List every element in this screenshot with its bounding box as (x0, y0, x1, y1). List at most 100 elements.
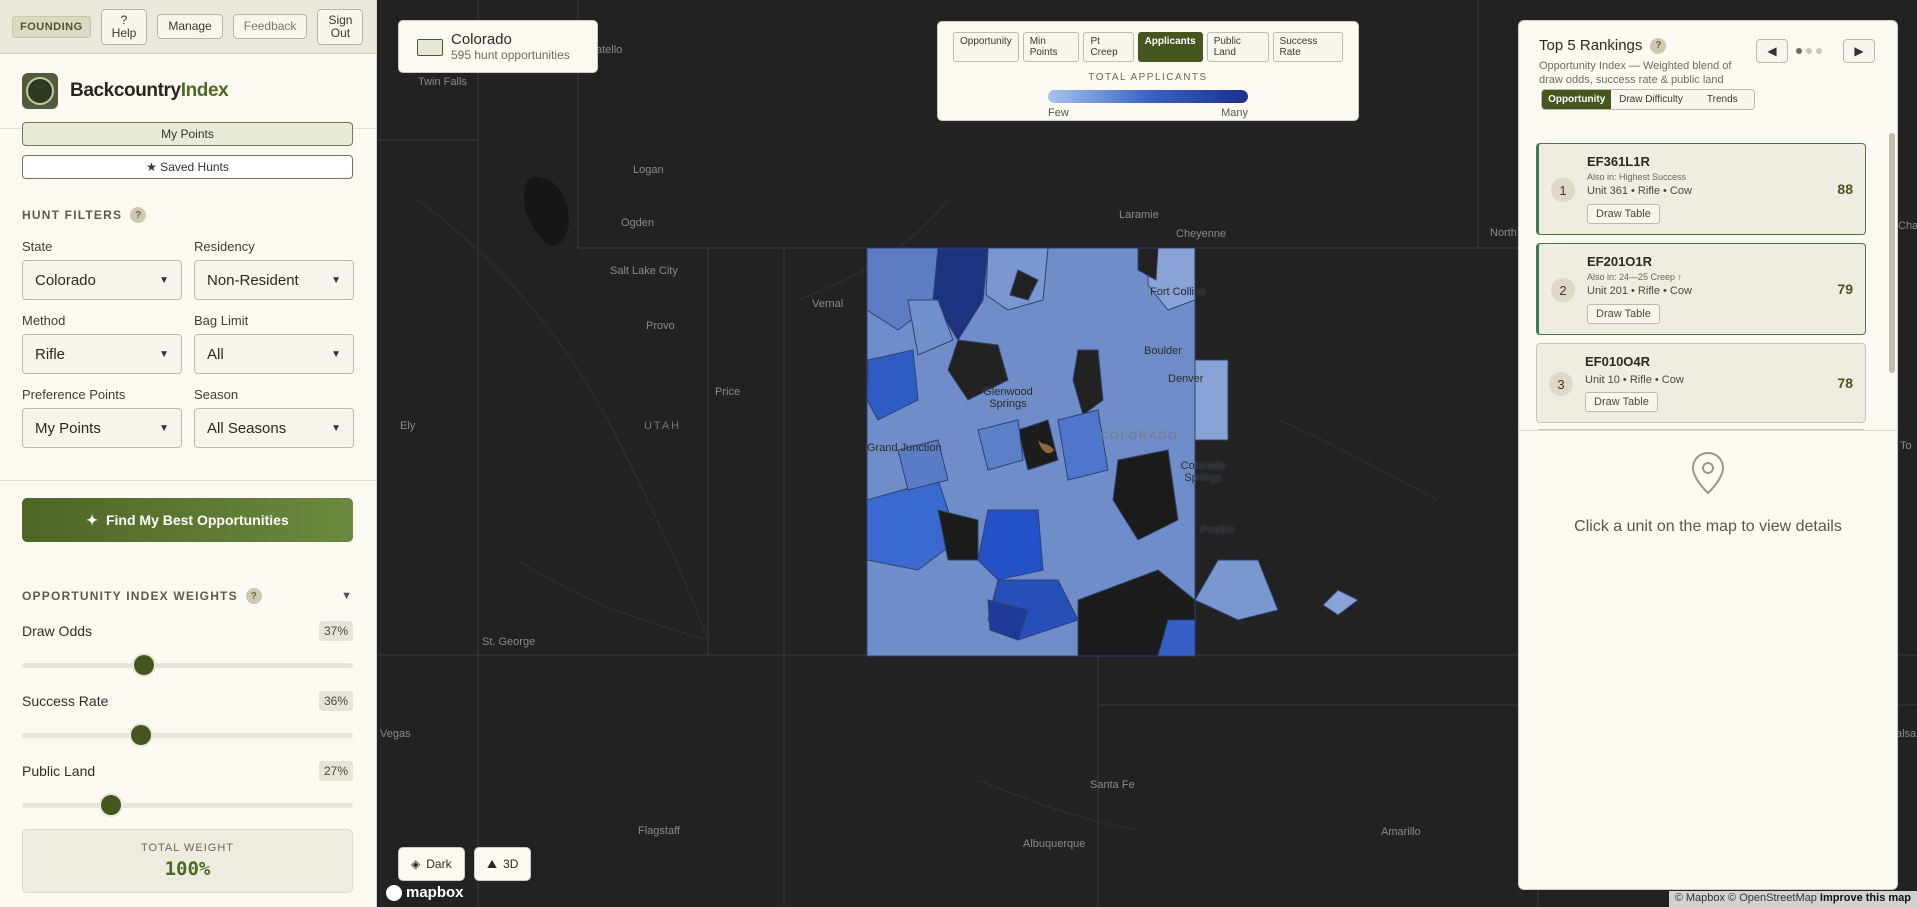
draw-table-button[interactable]: Draw Table (1585, 392, 1658, 412)
rank-number: 1 (1551, 178, 1575, 202)
rankings-list: 1 EF361L1R Also in: Highest Success Unit 36… (1519, 121, 1897, 431)
opportunity-score: 79 (1837, 281, 1853, 297)
slider-thumb[interactable] (131, 725, 152, 745)
chevron-down-icon: ▼ (331, 422, 341, 434)
success-rate-slider[interactable] (22, 725, 353, 745)
residency-select[interactable]: Non-Resident ▼ (194, 260, 354, 300)
dark-style-label: Dark (426, 857, 452, 871)
collapse-toggle-icon[interactable]: ▼ (341, 590, 352, 602)
state-label: COLORADO (1100, 430, 1179, 442)
find-opportunities-button[interactable]: ✦ Find My Best Opportunities (22, 498, 353, 542)
city-label: Vernal (812, 298, 844, 310)
rank-number: 3 (1549, 372, 1573, 396)
attribution-text[interactable]: © Mapbox © OpenStreetMap (1675, 892, 1817, 904)
segment-option[interactable]: Trends (1690, 90, 1754, 109)
saved-hunts-button[interactable]: ★ Saved Hunts (22, 155, 353, 179)
layer-tab[interactable]: Public Land (1206, 32, 1269, 62)
layer-tab[interactable]: Applicants (1137, 32, 1203, 62)
city-label: Grand Junction (867, 442, 942, 454)
rankings-scrollbar[interactable] (1889, 133, 1895, 389)
city-label: Logan (633, 164, 664, 176)
hunt-filters-help-icon[interactable]: ? (130, 207, 147, 223)
manage-button[interactable]: Manage (157, 14, 223, 39)
hunt-code: EF201O1R (1587, 254, 1653, 269)
rankings-help-icon[interactable]: ? (1650, 37, 1667, 54)
slider-thumb[interactable] (101, 795, 122, 815)
chevron-down-icon: ▼ (331, 274, 341, 286)
sign-out-button[interactable]: Sign Out (317, 8, 364, 45)
layer-tab[interactable]: Success Rate (1272, 32, 1343, 62)
segment-option[interactable]: Draw Difficulty (1611, 90, 1691, 109)
ranking-card[interactable]: 1 EF361L1R Also in: Highest Success Unit 36… (1536, 143, 1866, 235)
find-opportunities-label: Find My Best Opportunities (105, 512, 289, 528)
layers-icon: ◈ (411, 857, 421, 871)
unit-summary: Unit 10 • Rifle • Cow (1585, 374, 1684, 386)
draw-table-button[interactable]: Draw Table (1587, 304, 1660, 324)
page-dot[interactable] (1796, 48, 1802, 54)
ranking-card[interactable]: 3 EF010O4R Unit 10 • Rifle • Cow Draw Table… (1536, 343, 1866, 423)
rankings-panel: Top 5 Rankings ? Opportunity Index — Wei… (1518, 20, 1898, 890)
legend-gradient (1048, 90, 1248, 103)
ranking-card[interactable]: 2 EF201O1R Also in: 24—25 Creep ↑ Unit 201 … (1536, 243, 1866, 335)
bag-limit-select[interactable]: All ▼ (194, 334, 354, 374)
brand-header: BackcountryIndex (0, 54, 376, 129)
dark-style-button[interactable]: ◈ Dark (398, 847, 465, 881)
my-points-button[interactable]: My Points (22, 122, 353, 146)
state-card[interactable]: Colorado 595 hunt opportunities (398, 20, 598, 73)
3d-toggle-button[interactable]: ⛰ 3D (474, 847, 532, 881)
segment-option[interactable]: Opportunity (1542, 90, 1612, 109)
city-label: Provo (646, 320, 675, 332)
method-select[interactable]: Rifle ▼ (22, 334, 182, 374)
sidebar: FOUNDING ? Help Manage Feedback Sign Out… (0, 0, 377, 907)
method-filter: Method Rifle ▼ (22, 313, 182, 374)
public-land-slider[interactable] (22, 795, 353, 815)
legend-low-label: Few (1048, 107, 1069, 119)
improve-map-link[interactable]: Improve this map (1820, 892, 1911, 904)
mapbox-logo[interactable]: mapbox (386, 884, 464, 901)
page-dot[interactable] (1816, 48, 1822, 54)
city-label: Fort Collins (1150, 286, 1206, 298)
sparkle-icon: ✦ (86, 511, 98, 528)
layer-tab[interactable]: Opportunity (953, 32, 1019, 62)
season-filter: Season All Seasons ▼ (194, 387, 354, 448)
city-label: Laramie (1119, 209, 1159, 221)
public-land-label: Public Land (22, 763, 96, 779)
state-outline-icon (417, 39, 443, 56)
prev-page-button[interactable]: ◀ (1756, 39, 1788, 63)
season-filter-label: Season (194, 387, 239, 402)
brand-logo-icon (22, 73, 58, 109)
slider-thumb[interactable] (134, 655, 155, 675)
draw-table-button[interactable]: Draw Table (1587, 204, 1660, 224)
layer-tab[interactable]: Min Points (1022, 32, 1080, 62)
weights-help-icon[interactable]: ? (245, 588, 262, 604)
layer-tab[interactable]: Pt Creep (1083, 32, 1134, 62)
brand-name: BackcountryIndex (70, 80, 229, 102)
help-button[interactable]: ? Help (100, 8, 148, 45)
city-label: Santa Fe (1090, 779, 1135, 791)
3d-label: 3D (503, 857, 519, 871)
next-page-button[interactable]: ▶ (1843, 39, 1875, 63)
city-label: Pueblo (1200, 524, 1235, 536)
city-label: Denver (1168, 373, 1204, 385)
ranking-card[interactable] (1536, 429, 1866, 430)
public-land-value: 27% (318, 761, 353, 781)
page-dot[interactable] (1806, 48, 1812, 54)
draw-odds-slider[interactable] (22, 655, 353, 675)
preference-points-filter: Preference Points My Points ▼ (22, 387, 182, 448)
city-label: Colorado Springs (1180, 460, 1226, 484)
unit-summary: Unit 361 • Rifle • Cow (1587, 185, 1692, 197)
city-label: Ely (400, 420, 416, 432)
city-label: Flagstaff (638, 825, 680, 837)
season-select[interactable]: All Seasons ▼ (194, 408, 354, 448)
state-select[interactable]: Colorado ▼ (22, 260, 182, 300)
city-label: atello (596, 44, 623, 56)
preference-points-select[interactable]: My Points ▼ (22, 408, 182, 448)
feedback-button[interactable]: Feedback (232, 14, 308, 39)
success-rate-label: Success Rate (22, 693, 109, 709)
method-select-value: Rifle (35, 345, 66, 363)
scrollbar-thumb[interactable] (1889, 133, 1895, 373)
mapbox-logo-icon (386, 884, 402, 901)
state-card-name: Colorado (451, 31, 512, 48)
city-label: Price (715, 386, 741, 398)
weights-title: OPPORTUNITY INDEX WEIGHTS ? (22, 588, 262, 604)
